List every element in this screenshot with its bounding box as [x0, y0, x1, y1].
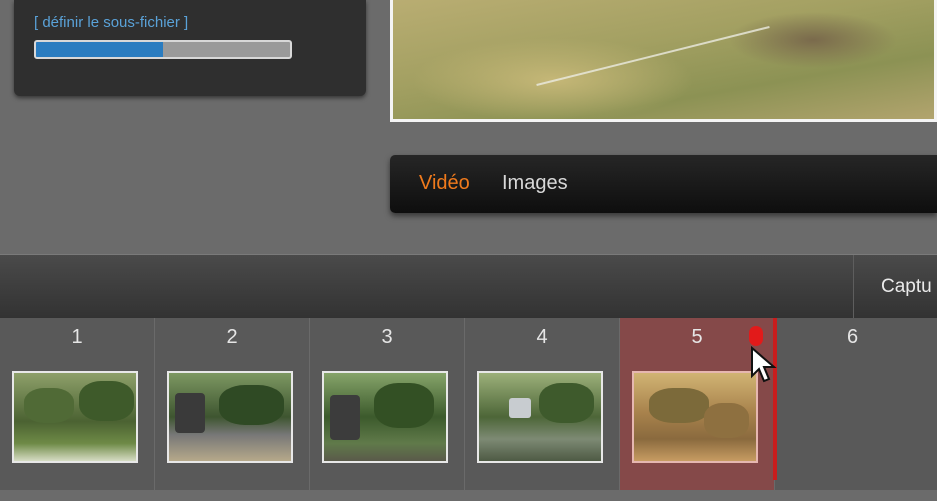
frame-thumbnail[interactable]	[12, 371, 138, 463]
timeline: 1 2 3 4 5 6	[0, 318, 937, 490]
record-icon[interactable]	[749, 326, 763, 346]
timeline-slot-empty[interactable]: 6	[775, 318, 930, 490]
timeline-playhead[interactable]	[773, 318, 777, 480]
capture-divider	[853, 255, 854, 319]
frame-thumbnail[interactable]	[167, 371, 293, 463]
subfile-progress-bar	[34, 40, 292, 59]
slot-number: 4	[536, 326, 548, 348]
timeline-slot[interactable]: 2	[155, 318, 310, 490]
frame-thumbnail[interactable]	[477, 371, 603, 463]
tab-video[interactable]: Vidéo	[419, 172, 470, 195]
timeline-slot[interactable]: 3	[310, 318, 465, 490]
mouse-pointer-icon	[751, 346, 777, 383]
slot-number: 2	[226, 326, 238, 348]
slot-number: 3	[381, 326, 393, 348]
define-subfile-link[interactable]: [ définir le sous-fichier ]	[34, 14, 188, 31]
capture-button[interactable]: Captu	[881, 276, 932, 298]
progress-fill	[36, 42, 163, 57]
video-content	[536, 25, 770, 87]
frame-thumbnail[interactable]	[632, 371, 758, 463]
media-tabs-bar: Vidéo Images	[390, 155, 937, 213]
timeline-slot[interactable]: 1	[0, 318, 155, 490]
video-preview[interactable]	[390, 0, 937, 122]
frame-thumbnail[interactable]	[322, 371, 448, 463]
subfile-panel: [ définir le sous-fichier ]	[14, 0, 366, 96]
tab-images[interactable]: Images	[502, 172, 568, 195]
capture-bar: Captu	[0, 254, 937, 319]
slot-number: 1	[71, 326, 83, 348]
timeline-slot[interactable]: 4	[465, 318, 620, 490]
slot-number: 6	[846, 326, 859, 348]
